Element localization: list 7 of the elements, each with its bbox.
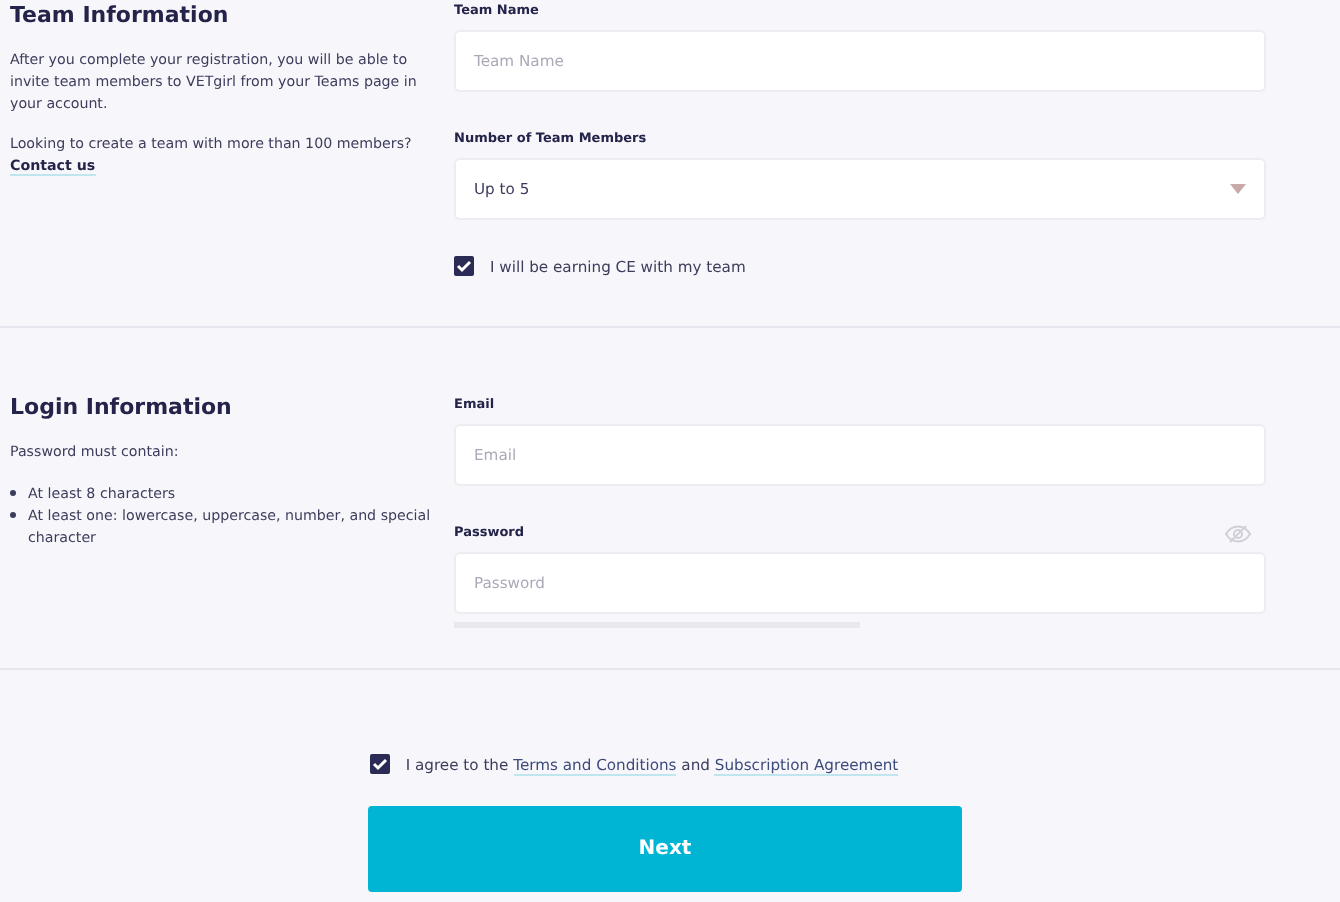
checkbox[interactable] [454,256,474,276]
bullet-icon [10,512,16,518]
section-heading: Team Information [10,0,231,32]
section-heading: Login Information [10,392,234,424]
bullet-icon [10,490,16,496]
caret-icon [1230,184,1246,194]
checkbox[interactable] [369,754,390,774]
